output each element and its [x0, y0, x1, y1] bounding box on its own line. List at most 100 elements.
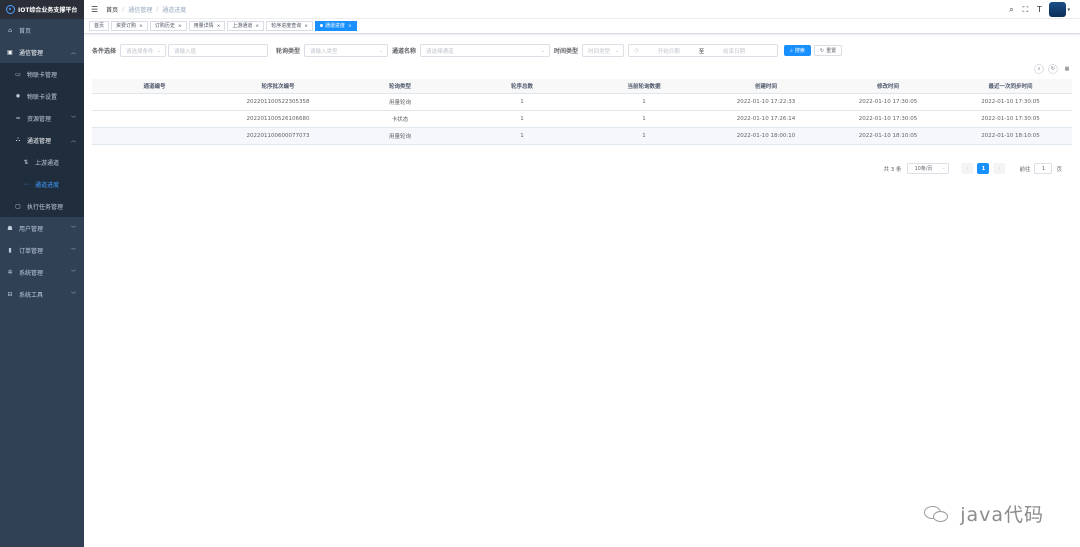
font-size-icon[interactable]: T [1035, 5, 1043, 14]
sidebar-item-label: 通道管理 [27, 137, 52, 145]
upstream-icon: ⇅ [23, 158, 29, 166]
tag-rotation-query[interactable]: 轮序进度查询 × [266, 21, 313, 31]
columns-icon[interactable]: ▦ [1062, 64, 1072, 74]
chevron-down-icon: ﹀ [70, 269, 76, 276]
cell: 2022-01-10 17:22:33 [705, 93, 827, 111]
search-icon[interactable]: ⌕ [1007, 5, 1015, 15]
rotation-type-label: 轮询类型 [276, 48, 301, 55]
sim-icon: ▣ [7, 48, 13, 56]
cell: 1 [583, 93, 705, 111]
tag-channel-progress[interactable]: 通道进度 × [315, 21, 357, 31]
breadcrumb-separator: / [156, 5, 159, 13]
cell: 1 [583, 110, 705, 128]
tag-tariff-order[interactable]: 资费订购 × [111, 21, 148, 31]
refresh-icon[interactable]: ↻ [1048, 64, 1058, 74]
channel-name-select[interactable]: 请选择通道 ⌄ [420, 44, 551, 57]
chart-icon: ▮ [8, 246, 12, 254]
close-icon[interactable]: × [139, 24, 143, 29]
avatar[interactable] [1049, 2, 1067, 17]
sidebar-item-channel-progress[interactable]: ⋯ 通道进度 [0, 173, 84, 195]
prev-page-button[interactable]: ‹ [961, 163, 974, 174]
close-icon[interactable]: × [348, 24, 352, 29]
tag-label: 上游通道 [232, 23, 253, 29]
breadcrumb: 首页 / 通信管理 / 通道进度 [106, 5, 186, 14]
cell: 卡状态 [339, 110, 461, 128]
sidebar-item-resource[interactable]: ≈ 资源管理 ﹀ [0, 107, 84, 129]
breadcrumb-parent[interactable]: 通信管理 [128, 5, 152, 14]
breadcrumb-separator: / [122, 5, 125, 13]
col-channel-id: 通道编号 [92, 79, 217, 94]
goto-label: 前往 [1019, 166, 1031, 173]
fullscreen-icon[interactable]: ⛶ [1021, 5, 1029, 15]
cell: 1 [461, 93, 583, 111]
chevron-down-icon: ⌄ [614, 47, 620, 54]
cell: 用量轮询 [339, 127, 461, 145]
tag-usage-detail[interactable]: 用量详情 × [188, 21, 226, 31]
caret-down-icon[interactable]: ▾ [1067, 7, 1070, 13]
channel-name-placeholder: 请选择通道 [426, 48, 454, 55]
progress-icon: ⋯ [23, 180, 29, 188]
date-range-picker[interactable]: ◷ 开始日期 至 结束日期 [628, 44, 779, 57]
watermark: java代码 [924, 500, 1044, 527]
start-date-placeholder: 开始日期 [657, 48, 680, 55]
cell: 用量轮询 [339, 93, 461, 111]
cell: 202201100522305358 [217, 93, 339, 111]
sidebar-item-label: 订单管理 [19, 247, 44, 255]
watermark-text: java代码 [960, 504, 1044, 526]
sidebar-item-label: 通道进度 [35, 181, 60, 189]
sidebar-item-tools[interactable]: ⊟ 系统工具 ﹀ [0, 283, 84, 305]
chevron-down-icon: ﹀ [70, 115, 76, 122]
tag-order-history[interactable]: 订购历史 × [149, 21, 187, 31]
breadcrumb-home[interactable]: 首页 [106, 5, 118, 14]
app-logo[interactable]: IOT综合业务支撑平台 [0, 0, 84, 19]
sidebar-item-channel[interactable]: ⛬ 通道管理 ︿ [0, 129, 84, 151]
cell: 2022-01-10 17:30:05 [949, 93, 1072, 111]
chevron-down-icon: ﹀ [70, 247, 76, 254]
page-number-button[interactable]: 1 [977, 163, 990, 174]
cell: 2022-01-10 18:10:05 [827, 127, 949, 145]
sidebar-item-upstream-channel[interactable]: ⇅ 上游通道 [0, 151, 84, 173]
page-size-select[interactable]: 10条/页 ⌄ [907, 163, 950, 174]
sidebar-item-home[interactable]: ⌂ 首页 [0, 19, 84, 41]
condition-placeholder: 请选择条件 [126, 48, 154, 55]
page-size-value: 10条/页 [914, 166, 933, 172]
tag-upstream-channel[interactable]: 上游通道 × [227, 21, 265, 31]
close-icon[interactable]: × [304, 24, 308, 29]
keyword-placeholder: 请输入值 [174, 48, 197, 55]
time-type-select[interactable]: 时间类型 ⌄ [582, 44, 625, 57]
table-row[interactable]: 202201100526106680 卡状态 1 1 2022-01-10 17… [92, 110, 1072, 128]
sidebar-item-user[interactable]: ☗ 用户管理 ﹀ [0, 217, 84, 239]
cell [92, 127, 217, 145]
end-date-placeholder: 结束日期 [723, 48, 746, 55]
tag-label: 资费订购 [116, 23, 137, 29]
keyword-input[interactable]: 请输入值 [168, 44, 269, 57]
resource-icon: ≈ [15, 114, 21, 122]
toolbox-icon: ⊟ [7, 290, 13, 298]
hamburger-icon[interactable]: ☰ [91, 5, 98, 14]
tag-home[interactable]: 首页 [89, 21, 110, 31]
goto-page-input[interactable]: 1 [1034, 163, 1053, 174]
active-dot-icon [320, 24, 323, 27]
user-icon: ☗ [7, 224, 13, 232]
sidebar-item-iot-card-manage[interactable]: ▭ 物联卡管理 [0, 63, 84, 85]
chevron-down-icon: ⌄ [156, 47, 162, 54]
sidebar-item-iot-card-settings[interactable]: ✹ 物联卡设置 [0, 85, 84, 107]
search-button[interactable]: ⌕ 搜索 [784, 45, 811, 56]
close-icon[interactable]: × [217, 24, 221, 29]
sidebar-item-communication[interactable]: ▣ 通信管理 ︿ [0, 41, 84, 63]
next-page-button[interactable]: › [993, 163, 1006, 174]
reset-button[interactable]: ↻ 重置 [813, 45, 843, 56]
sidebar: IOT综合业务支撑平台 ⌂ 首页 ▣ 通信管理 ︿ ▭ 物联卡管理 ✹ 物联卡设… [0, 0, 84, 547]
table-toolbar: ⌕ ↻ ▦ [1030, 64, 1072, 74]
table-header-row: 通道编号 轮序批次编号 轮询类型 轮序总数 当前轮询数据 创建时间 修改时间 最… [92, 79, 1072, 94]
table-row[interactable]: 202201100522305358 用量轮询 1 1 2022-01-10 1… [92, 93, 1072, 111]
sidebar-item-order[interactable]: ▮ 订单管理 ﹀ [0, 239, 84, 261]
sidebar-item-task-manage[interactable]: ▢ 执行任务管理 [0, 195, 84, 217]
close-icon[interactable]: × [178, 24, 182, 29]
search-toggle-icon[interactable]: ⌕ [1034, 64, 1044, 74]
condition-select[interactable]: 请选择条件 ⌄ [120, 44, 167, 57]
close-icon[interactable]: × [255, 24, 259, 29]
sidebar-item-system[interactable]: ✲ 系统管理 ﹀ [0, 261, 84, 283]
rotation-type-select[interactable]: 请输入类型 ⌄ [304, 44, 389, 57]
table-row[interactable]: 202201100600077073 用量轮询 1 1 2022-01-10 1… [92, 127, 1072, 145]
